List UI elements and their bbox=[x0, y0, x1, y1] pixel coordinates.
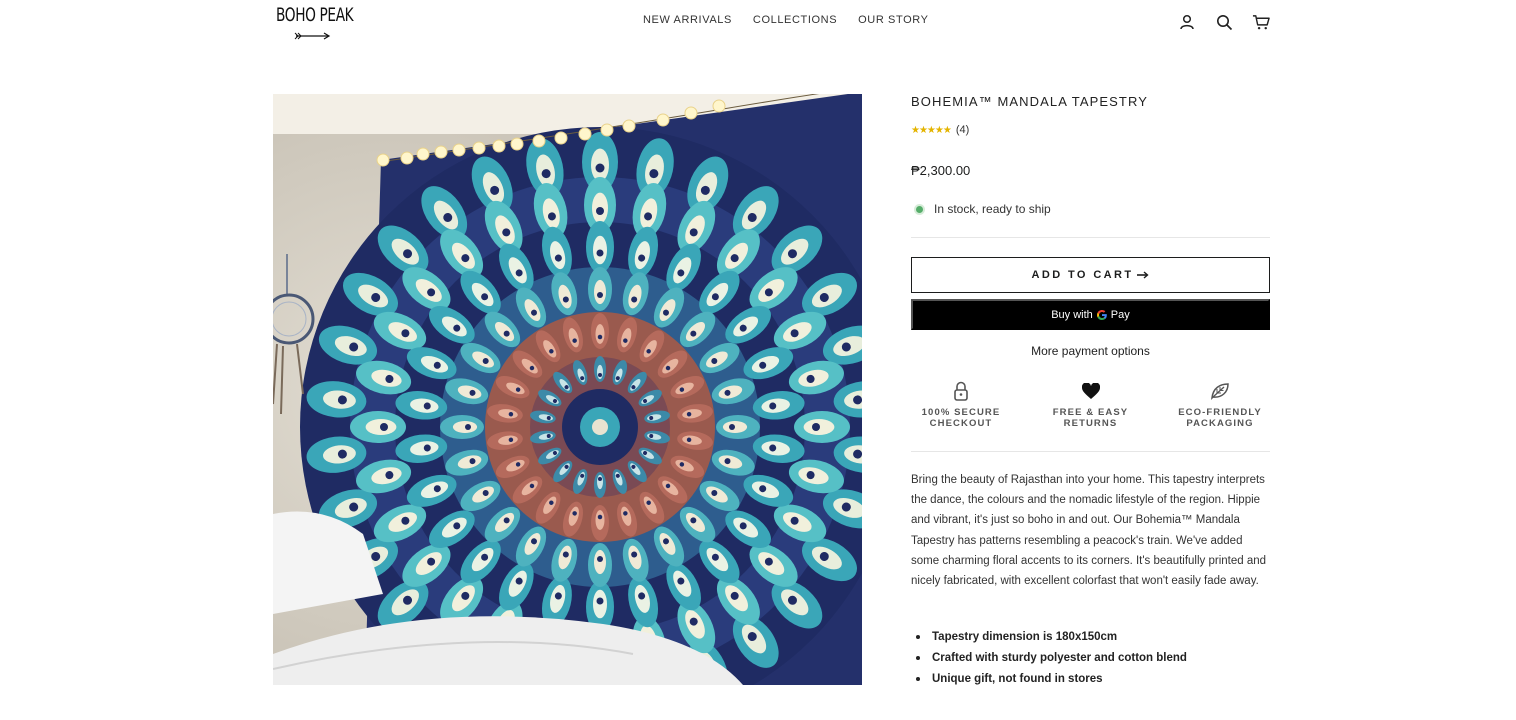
light-bulb bbox=[578, 127, 592, 141]
light-bulb bbox=[434, 145, 448, 159]
buy-with-label: Buy with bbox=[1051, 308, 1093, 321]
stock-dot-icon bbox=[916, 205, 923, 213]
mandala-petal bbox=[350, 411, 406, 443]
badge-label: FREE & EASY RETURNS bbox=[1052, 407, 1129, 429]
logo-arrow-icon bbox=[294, 32, 331, 40]
trust-badges: 100% SECURE CHECKOUT FREE & EASY RETURNS… bbox=[911, 380, 1270, 429]
light-bulb bbox=[472, 141, 486, 155]
mandala-petal bbox=[794, 411, 850, 443]
site-header: BOHO PEAK NEW ARRIVALS COLLECTIONS OUR S… bbox=[0, 0, 1516, 50]
mandala-petal bbox=[588, 543, 612, 587]
rating-stars: ★★★★★ bbox=[911, 124, 952, 136]
mandala-petal bbox=[440, 415, 484, 439]
badge-label: ECO-FRIENDLY PACKAGING bbox=[1178, 407, 1262, 429]
product-rating[interactable]: ★★★★★ (4) bbox=[911, 124, 969, 136]
product-info: BOHEMIA™ MANDALA TAPESTRY ★★★★★ (4) ₱2,3… bbox=[911, 94, 1270, 685]
light-bulb bbox=[554, 131, 568, 145]
badge-secure-checkout: 100% SECURE CHECKOUT bbox=[911, 380, 1011, 429]
product-description: Bring the beauty of Rajasthan into your … bbox=[911, 474, 1267, 588]
light-bulb bbox=[452, 143, 466, 157]
header-icons bbox=[1178, 13, 1270, 31]
google-g-icon bbox=[1096, 309, 1107, 320]
mandala-petal bbox=[594, 356, 606, 382]
light-bulb bbox=[622, 119, 636, 133]
light-bulb bbox=[684, 106, 698, 120]
light-bulb bbox=[600, 123, 614, 137]
divider bbox=[911, 237, 1270, 238]
product-title: BOHEMIA™ MANDALA TAPESTRY bbox=[911, 94, 1148, 109]
review-count: (4) bbox=[955, 124, 970, 136]
account-icon[interactable] bbox=[1178, 13, 1196, 31]
mandala-petal bbox=[716, 415, 760, 439]
add-to-cart-button[interactable]: ADD TO CART bbox=[911, 257, 1270, 293]
stock-text: In stock, ready to ship bbox=[934, 202, 1051, 216]
mandala-petal bbox=[594, 472, 606, 498]
buy-with-gpay-button[interactable]: Buy with Pay bbox=[911, 299, 1270, 330]
product-price: ₱2,300.00 bbox=[911, 163, 971, 178]
main-nav: NEW ARRIVALS COLLECTIONS OUR STORY bbox=[643, 14, 929, 26]
mandala-petal bbox=[588, 267, 612, 311]
nav-our-story[interactable]: OUR STORY bbox=[858, 14, 928, 26]
more-payment-options-link[interactable]: More payment options bbox=[911, 344, 1270, 358]
nav-collections[interactable]: COLLECTIONS bbox=[753, 14, 837, 26]
mandala-petal bbox=[586, 221, 614, 273]
feature-item: Tapestry dimension is 180x150cm bbox=[911, 627, 1270, 648]
add-to-cart-label: ADD TO CART bbox=[1031, 269, 1134, 281]
badge-eco-packaging: ECO-FRIENDLY PACKAGING bbox=[1170, 380, 1270, 429]
badge-free-returns: FREE & EASY RETURNS bbox=[1041, 380, 1141, 429]
light-bulb bbox=[656, 113, 670, 127]
mandala-petal bbox=[591, 505, 609, 541]
light-bulb bbox=[416, 147, 430, 161]
light-bulb bbox=[400, 151, 414, 165]
light-bulb bbox=[492, 139, 506, 153]
heart-icon bbox=[1081, 380, 1100, 402]
cart-icon[interactable] bbox=[1252, 13, 1270, 31]
logo-text: BOHO PEAK bbox=[276, 4, 354, 26]
search-icon[interactable] bbox=[1215, 13, 1233, 31]
tapestry-photo bbox=[273, 94, 862, 685]
mandala-ring bbox=[592, 419, 608, 435]
logo[interactable]: BOHO PEAK bbox=[276, 4, 354, 42]
lock-icon bbox=[953, 380, 969, 402]
leaf-icon bbox=[1210, 380, 1230, 402]
feature-list: Tapestry dimension is 180x150cm Crafted … bbox=[911, 627, 1270, 689]
feature-item: Unique gift, not found in stores bbox=[911, 669, 1270, 690]
light-bulb bbox=[712, 99, 726, 113]
light-bulb bbox=[510, 137, 524, 151]
arrow-right-icon bbox=[1137, 271, 1150, 279]
gpay-label: Pay bbox=[1110, 308, 1130, 321]
badge-label: 100% SECURE CHECKOUT bbox=[921, 407, 1001, 429]
nav-new-arrivals[interactable]: NEW ARRIVALS bbox=[643, 14, 732, 26]
mandala-petal bbox=[591, 313, 609, 349]
product-image[interactable] bbox=[273, 94, 862, 685]
divider bbox=[911, 451, 1270, 452]
light-bulb bbox=[376, 153, 390, 167]
feature-item: Crafted with sturdy polyester and cotton… bbox=[911, 648, 1270, 669]
stock-status: In stock, ready to ship bbox=[916, 202, 1051, 216]
light-bulb bbox=[532, 134, 546, 148]
